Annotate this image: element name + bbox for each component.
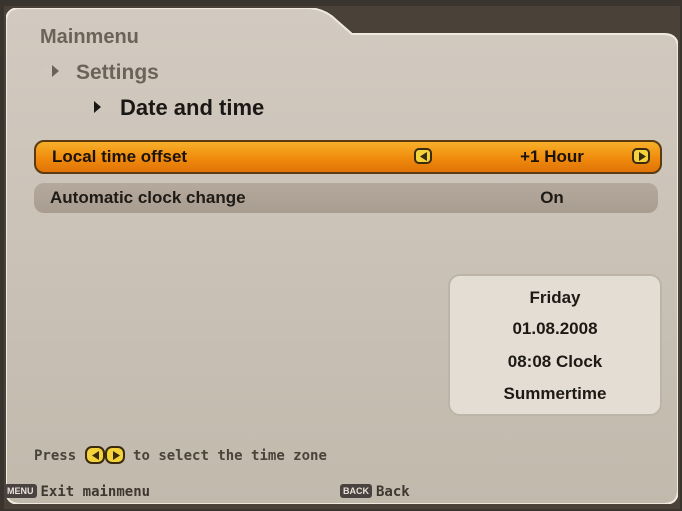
page-title: Date and time [82, 94, 264, 121]
date-time-info-box: Friday 01.08.2008 08:08 Clock Summertime [448, 274, 662, 416]
arrow-right-icon [40, 60, 60, 77]
arrow-right-icon [104, 446, 125, 464]
page-title-label: Date and time [120, 95, 265, 120]
breadcrumb-settings: Settings [40, 60, 159, 85]
local-time-offset-row[interactable]: Local time offset +1 Hour [34, 140, 662, 174]
exit-mainmenu-button[interactable]: MENU Exit mainmenu [4, 484, 150, 500]
info-date: 01.08.2008 [512, 319, 598, 338]
arrow-left-icon [84, 446, 105, 464]
breadcrumb-settings-label: Settings [76, 61, 159, 84]
local-time-offset-value: +1 Hour [520, 147, 584, 166]
hint-press: Press [34, 448, 77, 464]
arrow-left-icon[interactable] [414, 148, 432, 164]
back-button[interactable]: BACK Back [340, 484, 410, 500]
breadcrumb-mainmenu: Mainmenu [40, 26, 139, 48]
back-label: Back [376, 484, 410, 500]
info-time: 08:08 Clock [507, 352, 603, 371]
automatic-clock-change-row[interactable]: Automatic clock change On [34, 183, 658, 213]
menu-panel: Mainmenu Settings Date and time Local ti… [4, 8, 678, 504]
arrow-right-icon[interactable] [632, 148, 650, 164]
menu-key-icon: MENU [4, 484, 37, 498]
arrow-right-icon [82, 94, 102, 113]
hint-text: to select the time zone [133, 448, 327, 464]
automatic-clock-change-label: Automatic clock change [50, 188, 246, 207]
automatic-clock-change-value: On [540, 188, 564, 207]
help-hint: Press to select the time zone [34, 446, 327, 464]
back-key-icon: BACK [340, 484, 372, 498]
info-mode: Summertime [503, 384, 607, 403]
info-day: Friday [529, 288, 581, 307]
local-time-offset-label: Local time offset [52, 147, 188, 166]
exit-mainmenu-label: Exit mainmenu [40, 484, 151, 500]
